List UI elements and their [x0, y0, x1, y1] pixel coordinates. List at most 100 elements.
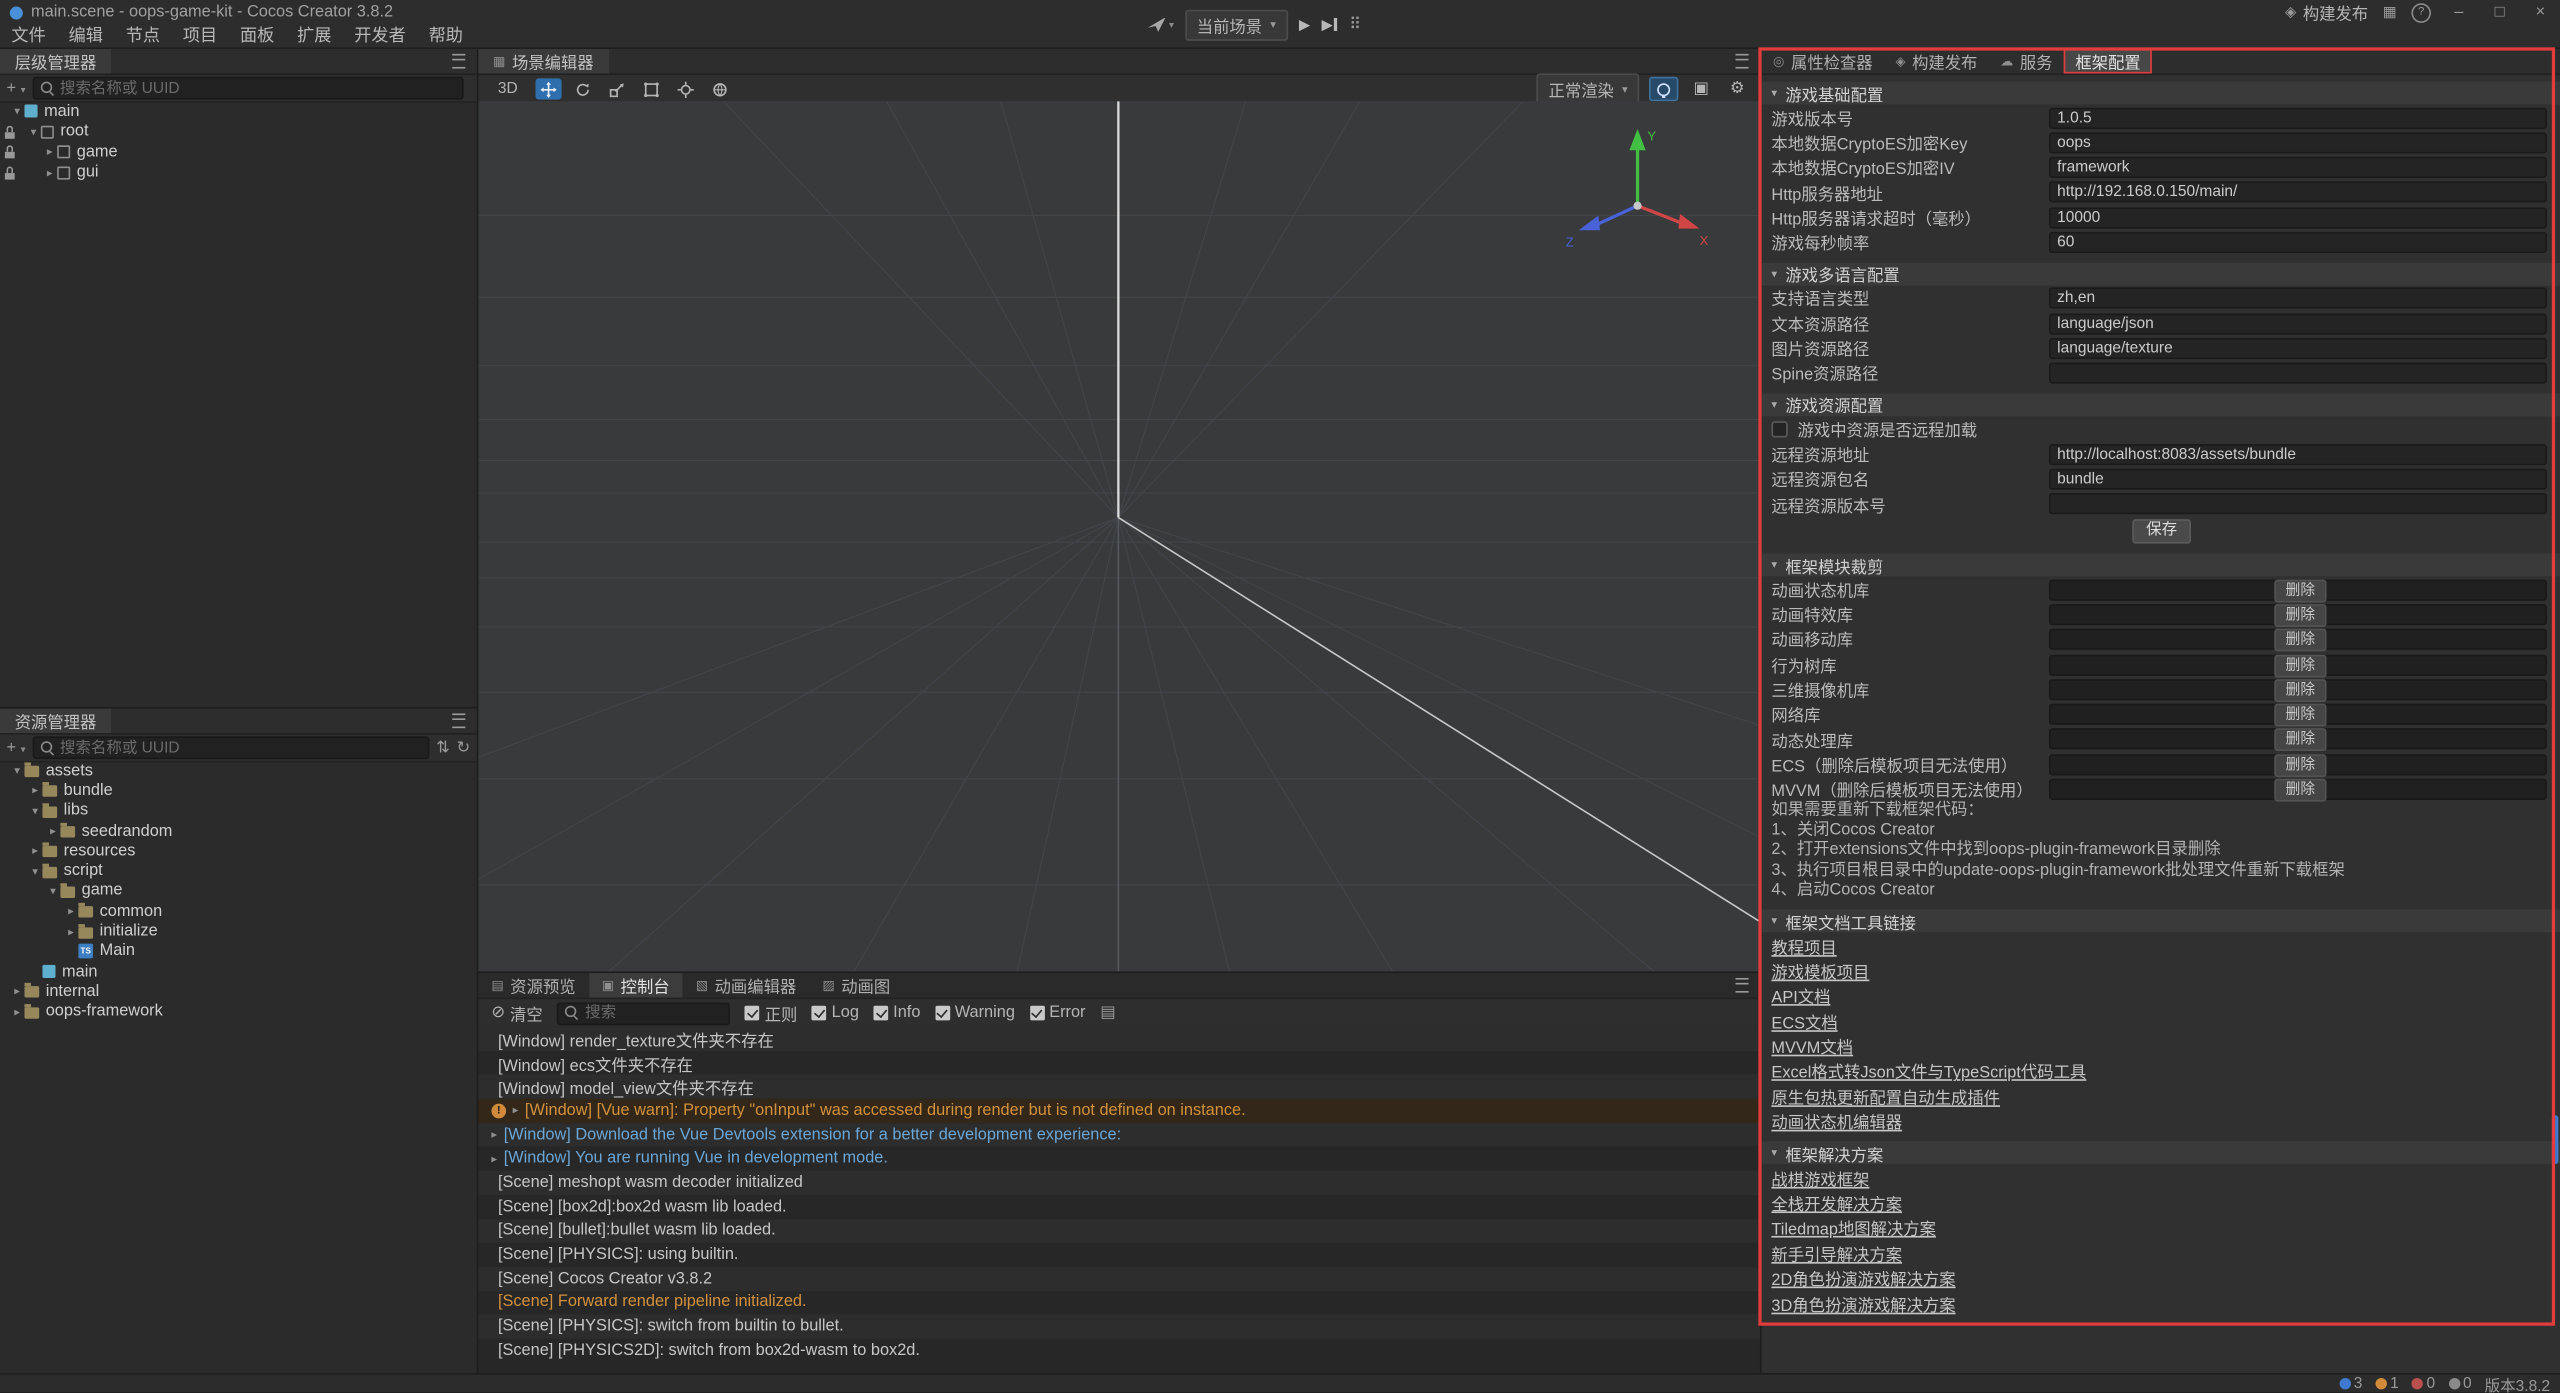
- expand-caret[interactable]: ▾: [10, 764, 25, 777]
- expand-caret[interactable]: ▾: [10, 105, 25, 118]
- move-tool-icon[interactable]: [536, 78, 562, 99]
- doc-link[interactable]: API文档: [1771, 983, 1830, 1007]
- hierarchy-search[interactable]: [32, 77, 464, 100]
- expand-caret[interactable]: ▸: [10, 985, 25, 998]
- menu-item[interactable]: 节点: [114, 24, 171, 47]
- expand-caret[interactable]: ▾: [28, 865, 43, 878]
- clear-console-button[interactable]: ⊘ 清空: [491, 1001, 542, 1025]
- doc-link[interactable]: Excel格式转Json文件与TypeScript代码工具: [1771, 1059, 2086, 1083]
- panel-menu-icon[interactable]: [452, 713, 465, 728]
- panel-menu-icon[interactable]: [1736, 978, 1749, 993]
- section-basic-config[interactable]: ▾ 游戏基础配置: [1762, 82, 2560, 105]
- module-delete-button[interactable]: 删除: [2274, 604, 2326, 627]
- status-indicator[interactable]: 0: [2448, 1375, 2471, 1393]
- status-indicator[interactable]: 1: [2375, 1375, 2398, 1393]
- log-filter-toggle[interactable]: Info: [874, 1004, 921, 1022]
- menu-item[interactable]: 扩展: [286, 24, 343, 47]
- menu-item[interactable]: 面板: [229, 24, 286, 47]
- expand-caret[interactable]: ▾: [46, 885, 61, 898]
- panel-menu-icon[interactable]: [1736, 54, 1749, 69]
- panel-menu-icon[interactable]: [452, 54, 465, 69]
- tab-console[interactable]: ▣控制台: [589, 973, 683, 997]
- inspector-scrollbar-thumb[interactable]: [2552, 1115, 2559, 1164]
- expand-caret[interactable]: ▾: [28, 804, 43, 817]
- section-module-trim[interactable]: ▾ 框架模块裁剪: [1762, 554, 2560, 577]
- tab-framework-config[interactable]: 框架配置: [2064, 49, 2152, 73]
- doc-link[interactable]: 动画状态机编辑器: [1771, 1109, 1902, 1133]
- gear-icon[interactable]: ⚙: [1724, 78, 1750, 99]
- refresh-icon[interactable]: ↻: [457, 739, 471, 757]
- tab-build-publish[interactable]: ◈构建发布: [1884, 49, 1989, 73]
- hierarchy-node[interactable]: ▸ gui: [0, 162, 477, 182]
- menu-item[interactable]: 项目: [171, 24, 228, 47]
- play-button[interactable]: ▶: [1299, 16, 1310, 34]
- doc-link[interactable]: 原生包热更新配置自动生成插件: [1771, 1084, 2000, 1108]
- log-entry[interactable]: [Scene] [box2d]:box2d wasm lib loaded.: [478, 1195, 1760, 1219]
- property-input[interactable]: [2049, 363, 2547, 384]
- log-entry[interactable]: ▸ [Window] [Vue warn]: Property "onInput…: [478, 1099, 1760, 1123]
- module-delete-button[interactable]: 删除: [2274, 779, 2326, 802]
- doc-link[interactable]: 游戏模板项目: [1771, 958, 1869, 982]
- expand-caret[interactable]: ▸: [64, 925, 79, 938]
- help-icon[interactable]: ?: [2411, 2, 2431, 22]
- menu-item[interactable]: 编辑: [57, 24, 114, 47]
- rotate-tool-icon[interactable]: [570, 78, 596, 99]
- module-delete-button[interactable]: 删除: [2274, 629, 2326, 652]
- status-indicator[interactable]: 0: [2412, 1375, 2435, 1393]
- status-indicator[interactable]: 3: [2339, 1375, 2362, 1393]
- regex-toggle[interactable]: 正则: [745, 1001, 797, 1025]
- scene-title[interactable]: ▦场景编辑器: [478, 49, 608, 73]
- asset-node[interactable]: ▸ initialize: [0, 921, 477, 941]
- package-icon[interactable]: ▦: [2383, 3, 2397, 21]
- tab-animation-editor[interactable]: ▧动画编辑器: [683, 973, 810, 997]
- maximize-button[interactable]: □: [2487, 3, 2513, 21]
- section-resource-config[interactable]: ▾ 游戏资源配置: [1762, 393, 2560, 416]
- module-delete-button[interactable]: 删除: [2274, 704, 2326, 727]
- solution-link[interactable]: 2D角色扮演游戏解决方案: [1771, 1266, 1955, 1290]
- build-publish-button[interactable]: ◈ 构建发布: [2285, 0, 2368, 24]
- module-delete-button[interactable]: 删除: [2274, 679, 2326, 702]
- log-entry[interactable]: [Scene] Forward render pipeline initiali…: [478, 1291, 1760, 1315]
- solution-link[interactable]: 全栈开发解决方案: [1771, 1190, 1902, 1214]
- module-delete-button[interactable]: 删除: [2274, 729, 2326, 752]
- property-input[interactable]: http://192.168.0.150/main/: [2049, 182, 2547, 203]
- solution-link[interactable]: 战棋游戏框架: [1771, 1165, 1869, 1189]
- asset-node[interactable]: ▾ assets: [0, 761, 477, 781]
- section-language-config[interactable]: ▾ 游戏多语言配置: [1762, 262, 2560, 285]
- doc-link[interactable]: 教程项目: [1771, 933, 1836, 957]
- assets-search[interactable]: [32, 736, 430, 759]
- expand-caret[interactable]: ▸: [28, 845, 43, 858]
- rect-tool-icon[interactable]: [638, 78, 664, 99]
- tab-animation-graph[interactable]: ▨动画图: [809, 973, 903, 997]
- menu-item[interactable]: 文件: [0, 24, 57, 47]
- solution-link[interactable]: 新手引导解决方案: [1771, 1240, 1902, 1264]
- property-input[interactable]: 60: [2049, 232, 2547, 253]
- create-asset-button[interactable]: + ▾: [7, 739, 26, 757]
- layout-grid-icon[interactable]: ⠿: [1349, 16, 1359, 34]
- log-entry[interactable]: [Scene] meshopt wasm decoder initialized: [478, 1171, 1760, 1195]
- property-input[interactable]: framework: [2049, 157, 2547, 178]
- save-button[interactable]: 保存: [2132, 519, 2191, 543]
- doc-link[interactable]: ECS文档: [1771, 1008, 1837, 1032]
- log-entry[interactable]: [Scene] Cocos Creator v3.8.2: [478, 1267, 1760, 1291]
- assets-search-input[interactable]: [60, 739, 428, 757]
- property-input[interactable]: 1.0.5: [2049, 107, 2547, 128]
- minimize-button[interactable]: –: [2446, 3, 2472, 21]
- log-filter-toggle[interactable]: Log: [812, 1004, 859, 1022]
- log-entry[interactable]: [Window] model_view文件夹不存在: [478, 1075, 1760, 1099]
- log-filter-toggle[interactable]: Error: [1030, 1004, 1086, 1022]
- hierarchy-search-input[interactable]: [60, 79, 462, 97]
- snapshot-icon[interactable]: ▣: [1688, 78, 1714, 99]
- log-entry[interactable]: [Window] render_texture文件夹不存在: [478, 1027, 1760, 1051]
- module-delete-button[interactable]: 删除: [2274, 654, 2326, 677]
- asset-node[interactable]: ▸ internal: [0, 982, 477, 1002]
- asset-node[interactable]: ▾ libs: [0, 801, 477, 821]
- expand-caret[interactable]: ▸: [28, 784, 43, 797]
- property-input[interactable]: http://localhost:8083/assets/bundle: [2049, 444, 2547, 465]
- log-entry[interactable]: ▸ [Window] You are running Vue in develo…: [478, 1147, 1760, 1171]
- preview-target-button[interactable]: ▾: [1148, 17, 1174, 32]
- log-expand-caret[interactable]: ▸: [513, 1104, 519, 1117]
- log-entry[interactable]: [Scene] [PHYSICS2D]: switch from box2d-w…: [478, 1339, 1760, 1363]
- log-entry[interactable]: [Scene] [bullet]:bullet wasm lib loaded.: [478, 1219, 1760, 1243]
- menu-item[interactable]: 帮助: [417, 24, 474, 47]
